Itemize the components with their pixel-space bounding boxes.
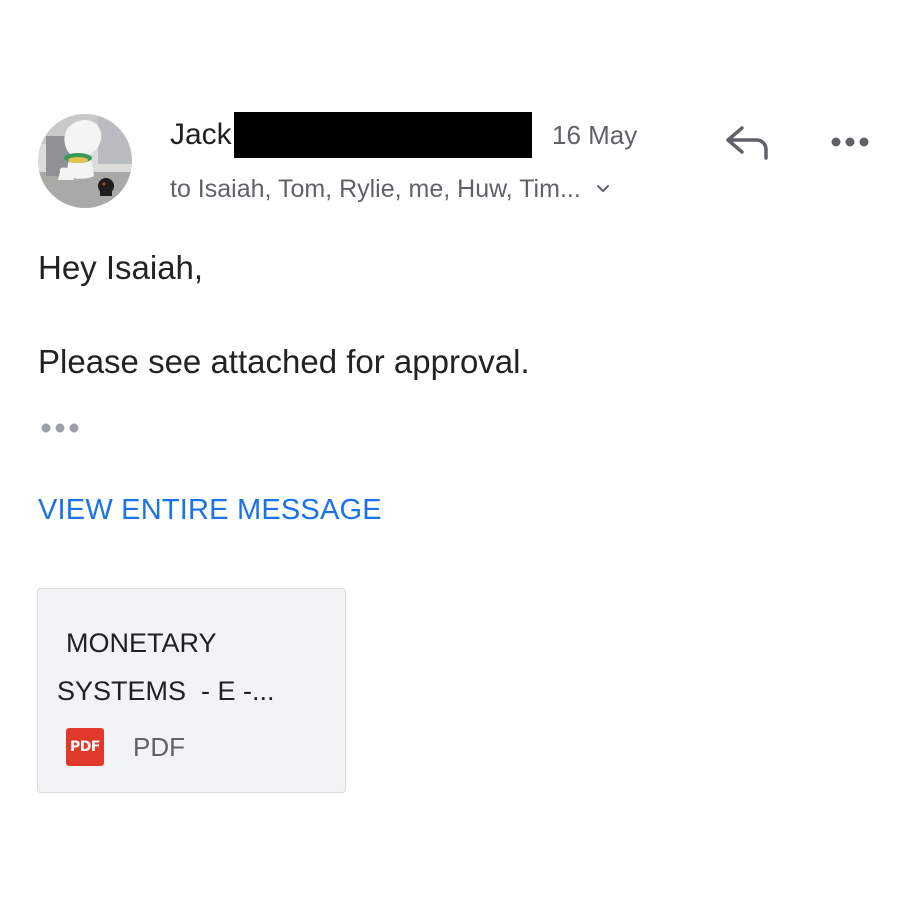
redaction-bar bbox=[233, 112, 532, 158]
attachment-card[interactable]: MONETARY SYSTEMS - E -... PDF PDF bbox=[37, 588, 346, 793]
reply-icon bbox=[726, 126, 768, 160]
more-options-button[interactable] bbox=[826, 124, 874, 160]
sender-avatar[interactable] bbox=[38, 114, 132, 208]
more-options-icon bbox=[831, 137, 869, 147]
reply-button[interactable] bbox=[720, 120, 774, 166]
message-greeting: Hey Isaiah, bbox=[38, 249, 204, 286]
recipients-text: to Isaiah, Tom, Rylie, me, Huw, Tim... bbox=[170, 175, 581, 203]
sender-name[interactable]: Jack bbox=[170, 112, 232, 158]
recipients-summary[interactable]: to Isaiah, Tom, Rylie, me, Huw, Tim... bbox=[170, 172, 611, 206]
pdf-file-icon: PDF bbox=[66, 728, 104, 766]
chevron-down-icon[interactable] bbox=[595, 181, 611, 197]
show-trimmed-content-button[interactable] bbox=[38, 418, 86, 438]
message-date: 16 May bbox=[552, 120, 638, 150]
attachment-title-line1: MONETARY bbox=[66, 628, 217, 658]
attachment-title-line2: SYSTEMS - E -... bbox=[57, 676, 275, 706]
sender-row: Jack bbox=[170, 112, 532, 158]
attachment-type: PDF bbox=[133, 732, 185, 762]
attachment-title: MONETARY SYSTEMS - E -... bbox=[57, 619, 326, 715]
ellipsis-icon bbox=[41, 423, 79, 433]
message-body: Please see attached for approval. bbox=[38, 343, 530, 380]
view-entire-message-link[interactable]: VIEW ENTIRE MESSAGE bbox=[38, 490, 382, 530]
